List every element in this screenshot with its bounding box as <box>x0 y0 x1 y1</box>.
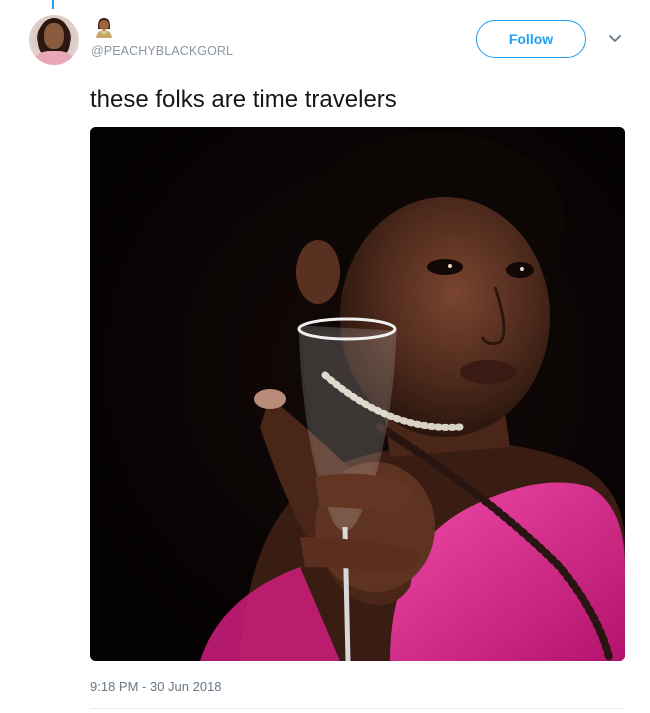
user-handle[interactable]: @PEACHYBLACKGORL <box>91 44 233 58</box>
photo-girl-holding-champagne-flute <box>90 127 625 661</box>
avatar[interactable] <box>29 15 79 65</box>
tweet-timestamp[interactable]: 9:18 PM - 30 Jun 2018 <box>90 679 222 694</box>
follow-button[interactable]: Follow <box>476 20 586 58</box>
woman-emoji-icon <box>96 18 112 38</box>
tweet-media-photo[interactable] <box>90 127 625 661</box>
chevron-down-icon[interactable] <box>606 30 624 48</box>
divider <box>90 708 625 709</box>
thread-connector-line <box>52 0 54 9</box>
avatar-face <box>44 23 64 49</box>
tweet-text: these folks are time travelers <box>90 86 397 113</box>
avatar-shirt <box>35 51 73 65</box>
